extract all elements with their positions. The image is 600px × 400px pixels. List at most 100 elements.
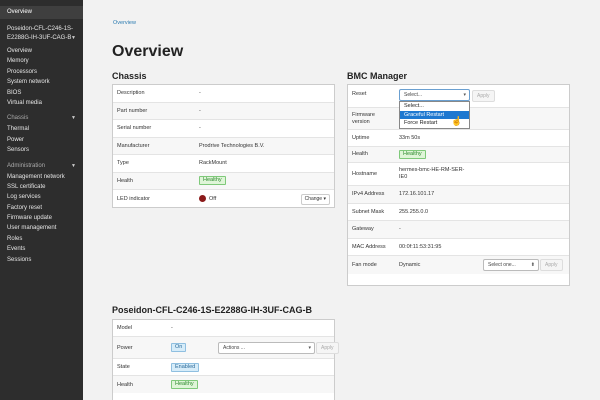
sidebar-item-ssl-certificate[interactable]: SSL certificate <box>0 182 83 192</box>
table-row: Manufacturer Prodrive Technologies B.V. <box>113 137 334 155</box>
bmc-hostname-label: Hostname <box>352 171 378 177</box>
system-title: Poseidon-CFL-C246-1S-E2288G-IH-3UF-CAG-B <box>112 305 313 315</box>
table-row: LED indicator Off Change ▾ <box>113 190 334 208</box>
sidebar-item-roles[interactable]: Roles <box>0 234 83 244</box>
table-row: Hostname hermes-bmc-HE-RM-SER- IE0 <box>348 163 569 186</box>
sidebar-item-factory-reset[interactable]: Factory reset <box>0 203 83 213</box>
status-badge: Healthy <box>199 176 226 186</box>
sidebar-item-virtual-media[interactable]: Virtual media <box>0 98 83 108</box>
system-state-label: State <box>117 364 130 370</box>
table-row: Subnet Mask 255.255.0.0 <box>348 204 569 221</box>
bmc-hostname-line1: hermes-bmc-HE-RM-SER- <box>399 167 465 173</box>
bmc-uptime-label: Uptime <box>352 134 370 141</box>
sidebar-item-sensors[interactable]: Sensors <box>0 145 83 155</box>
sidebar-system-name-line1[interactable]: Poseidon-CFL-C246-1S- ▼ <box>0 25 83 41</box>
system-power-label: Power <box>117 344 133 351</box>
bmc-subnet-label: Subnet Mask <box>352 208 385 215</box>
sidebar-section-chassis[interactable]: Chassis ▼ <box>0 112 83 124</box>
bmc-reset-label: Reset <box>352 91 367 97</box>
change-button-label: Change <box>304 196 323 202</box>
sidebar-item-log-services[interactable]: Log services <box>0 192 83 202</box>
system-panel: Model - Power On Actions ... ▾ Apply Sta… <box>112 319 339 400</box>
sidebar: Overview Poseidon-CFL-C246-1S- ▼ E2288G-… <box>0 0 83 400</box>
table-row: Fan mode Dynamic Select one... ⬍ Apply <box>348 256 569 274</box>
bmc-fan-mode-value: Dynamic <box>399 262 421 268</box>
bmc-hostname-value: hermes-bmc-HE-RM-SER- IE0 <box>399 167 464 181</box>
chassis-title: Chassis <box>112 71 147 81</box>
hand-cursor-icon: ☝ <box>451 116 463 126</box>
status-badge: Healthy <box>399 149 426 159</box>
chassis-description-value: - <box>199 90 201 97</box>
sidebar-item-firmware-update[interactable]: Firmware update <box>0 213 83 223</box>
sidebar-item-memory[interactable]: Memory <box>0 56 83 66</box>
chassis-led-label: LED indicator <box>117 195 151 202</box>
bmc-gateway-label: Gateway <box>352 226 374 233</box>
table-row: Gateway - <box>348 221 569 239</box>
sidebar-system-name-line2[interactable]: E2288G-IH-3UF-CAG-B <box>0 34 83 43</box>
sidebar-item-user-management[interactable]: User management <box>0 223 83 233</box>
bmc-firmware-label-line2: version <box>352 118 370 125</box>
bmc-title: BMC Manager <box>347 71 408 81</box>
chevron-down-icon: ▼ <box>71 162 76 169</box>
sidebar-section-administration[interactable]: Administration ▼ <box>0 160 83 172</box>
chassis-led-value: Off <box>209 196 217 203</box>
system-model-value: - <box>171 325 173 331</box>
sidebar-item-power[interactable]: Power <box>0 135 83 145</box>
sidebar-item-overview[interactable]: Overview <box>0 6 83 19</box>
bmc-hostname-line2: IE0 <box>399 174 408 180</box>
actions-select-value: Actions ... <box>223 345 245 351</box>
fan-apply-button[interactable]: Apply <box>540 259 563 271</box>
sidebar-item-sessions[interactable]: Sessions <box>0 255 83 265</box>
chevron-down-icon: ▾ <box>308 345 311 351</box>
reset-apply-button[interactable]: Apply <box>472 90 495 102</box>
sidebar-section-chassis-label: Chassis <box>7 115 29 122</box>
dropdown-option-select[interactable]: Select... <box>400 102 469 111</box>
sidebar-item-processors[interactable]: Processors <box>0 67 83 77</box>
breadcrumb[interactable]: Overview <box>113 20 136 26</box>
system-model-label: Model <box>117 325 132 331</box>
bmc-subnet-value: 255.255.0.0 <box>399 208 429 215</box>
actions-apply-button[interactable]: Apply <box>316 342 339 354</box>
chassis-health-label: Health <box>117 177 133 184</box>
table-row: Type RackMount <box>113 155 334 173</box>
table-row: Part number - <box>113 102 334 120</box>
state-badge: Enabled <box>171 362 200 372</box>
chassis-type-value: RackMount <box>199 160 227 167</box>
sidebar-item-management-network[interactable]: Management network <box>0 172 83 182</box>
sidebar-section-administration-label: Administration <box>7 162 46 169</box>
actions-select[interactable]: Actions ... ▾ <box>218 342 315 354</box>
table-row: Health Healthy <box>113 172 334 190</box>
bmc-ipv4-value: 172.16.101.17 <box>399 191 435 198</box>
sidebar-item-system-overview[interactable]: Overview <box>0 46 83 56</box>
led-indicator-icon <box>199 195 206 203</box>
bmc-gateway-value: - <box>399 226 401 233</box>
table-row: IPv4 Address 172.16.101.17 <box>348 186 569 204</box>
reset-select-value: Select... <box>404 92 423 98</box>
chassis-part-number-value: - <box>199 107 201 114</box>
chassis-manufacturer-label: Manufacturer <box>117 142 150 149</box>
fan-mode-select-value: Select one... <box>488 262 516 268</box>
table-row: Health Healthy <box>348 146 569 163</box>
bmc-firmware-label: Firmware version <box>348 112 399 126</box>
status-badge: Healthy <box>171 380 198 389</box>
bmc-mac-label: MAC Address <box>352 243 386 250</box>
chassis-serial-number-value: - <box>199 125 201 132</box>
power-state-badge: On <box>171 343 187 352</box>
fan-mode-select[interactable]: Select one... ⬍ <box>483 259 539 271</box>
reset-select[interactable]: Select... ▾ <box>399 89 470 101</box>
chevron-down-icon: ▼ <box>71 35 76 41</box>
chevron-updown-icon: ⬍ <box>530 262 535 268</box>
change-button[interactable]: Change ▾ <box>300 194 330 205</box>
sidebar-item-system-network[interactable]: System network <box>0 77 83 87</box>
chevron-down-icon: ▾ <box>463 92 466 98</box>
bmc-health-label: Health <box>352 151 368 158</box>
bmc-mac-value: 00:0f:11:53:31:95 <box>399 243 442 250</box>
sidebar-item-thermal[interactable]: Thermal <box>0 124 83 134</box>
bmc-uptime-value: 33m 50s <box>399 134 421 141</box>
sidebar-item-events[interactable]: Events <box>0 244 83 254</box>
sidebar-system-name-text1: Poseidon-CFL-C246-1S- <box>7 26 74 32</box>
caret-down-icon: ▾ <box>323 196 326 202</box>
chassis-part-number-label: Part number <box>117 107 148 114</box>
table-row: Uptime 33m 50s <box>348 130 569 147</box>
sidebar-item-bios[interactable]: BIOS <box>0 88 83 98</box>
